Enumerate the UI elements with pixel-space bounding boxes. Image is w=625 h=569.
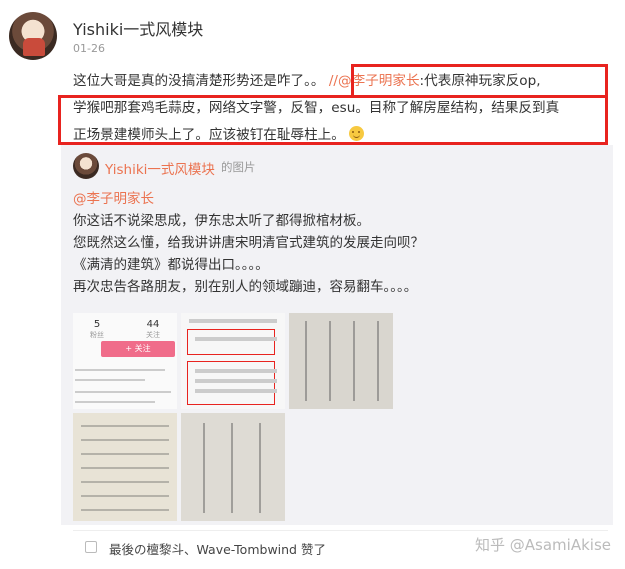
image-thumbnail[interactable] bbox=[289, 313, 393, 409]
post-text: 这位大哥是真的没搞清楚形势还是咋了。。 bbox=[73, 73, 325, 89]
repost-text-line: 《满清的建筑》都说得出口。。。。 bbox=[73, 257, 269, 273]
repost-text: @李子明家长 你这话不说梁思成，伊东忠太听了都得掀棺材板。 您既然这么懂，给我讲… bbox=[73, 188, 603, 298]
likes-text: 最後の檀黎斗、Wave-Tombwind 赞了 bbox=[109, 542, 326, 557]
author-avatar[interactable] bbox=[9, 12, 57, 60]
following-stat: 44 关注 bbox=[146, 319, 160, 339]
image-thumbnail[interactable] bbox=[181, 313, 285, 409]
follower-stat: 5 粉丝 bbox=[90, 319, 104, 339]
repost-meta: 的图片 bbox=[221, 160, 256, 174]
repost-author-avatar[interactable] bbox=[73, 153, 99, 179]
repost-author-name[interactable]: Yishiki一式风模块 bbox=[105, 158, 215, 178]
watermark: 知乎 @AsamiAkise bbox=[475, 536, 611, 554]
follow-button: + 关注 bbox=[101, 341, 175, 357]
post-date: 01-26 bbox=[73, 42, 105, 55]
repost-separator: // bbox=[328, 73, 338, 89]
image-thumbnail[interactable]: 5 粉丝 44 关注 + 关注 bbox=[73, 313, 177, 409]
image-thumbnail[interactable] bbox=[181, 413, 285, 521]
red-highlight-box bbox=[187, 361, 275, 405]
thumbs-up-icon[interactable] bbox=[85, 541, 97, 553]
repost-text-line: 您既然这么懂，给我讲讲唐宋明清官式建筑的发展走向呗？ bbox=[73, 235, 424, 251]
repost-text-line: 你这话不说梁思成，伊东忠太听了都得掀棺材板。 bbox=[73, 213, 370, 229]
red-highlight-box bbox=[351, 64, 608, 98]
image-thumbnail[interactable] bbox=[73, 413, 177, 521]
post-author-name[interactable]: Yishiki一式风模块 bbox=[73, 16, 203, 40]
reposted-card[interactable]: Yishiki一式风模块 的图片 @李子明家长 你这话不说梁思成，伊东忠太听了都… bbox=[61, 145, 613, 525]
user-mention-link[interactable]: @李子明家长 bbox=[73, 188, 603, 210]
red-highlight-box bbox=[58, 95, 608, 145]
repost-text-line: 再次忠告各路朋友，别在别人的领域蹦迪，容易翻车。。。。 bbox=[73, 279, 418, 295]
red-highlight-box bbox=[187, 329, 275, 355]
